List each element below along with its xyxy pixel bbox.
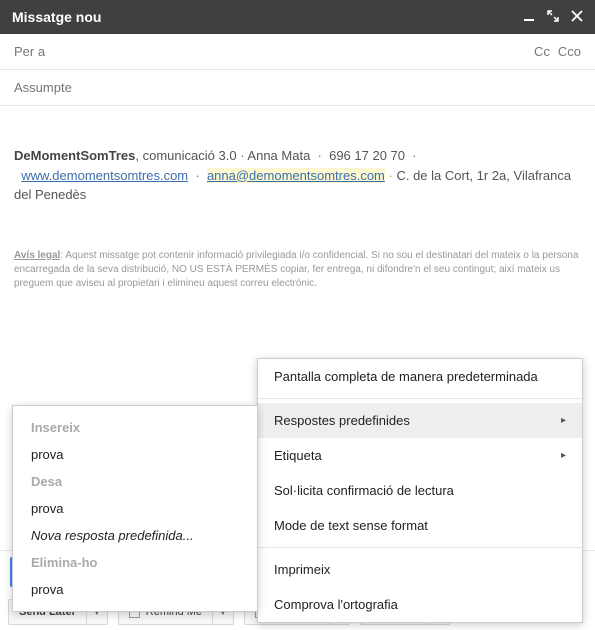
cc-toggle[interactable]: Cc (534, 44, 550, 59)
legal-text: : Aquest missatge pot contenir informaci… (14, 250, 578, 289)
legal-title: Avís legal (14, 250, 60, 261)
minimize-icon[interactable] (523, 10, 535, 25)
menu-label[interactable]: Etiqueta (258, 438, 582, 473)
bcc-toggle[interactable]: Cco (558, 44, 581, 59)
submenu-save-header: Desa (13, 468, 257, 495)
sig-web-link[interactable]: www.demomentsomtres.com (21, 168, 188, 183)
menu-plain-text[interactable]: Mode de text sense format (258, 508, 582, 543)
menu-spellcheck[interactable]: Comprova l'ortografia (258, 587, 582, 622)
sig-company: DeMomentSomTres (14, 148, 135, 163)
submenu-save-item[interactable]: prova (13, 495, 257, 522)
sig-person: Anna Mata (247, 148, 310, 163)
expand-icon[interactable] (547, 10, 559, 25)
message-body[interactable]: DeMomentSomTres, comunicació 3.0 · Anna … (0, 106, 595, 219)
window-controls (523, 10, 583, 25)
close-icon[interactable] (571, 10, 583, 25)
menu-fullscreen[interactable]: Pantalla completa de manera predetermina… (258, 359, 582, 394)
submenu-insert-header: Insereix (13, 414, 257, 441)
canned-response-submenu: Insereix prova Desa prova Nova resposta … (12, 405, 258, 612)
to-input[interactable] (45, 44, 534, 59)
submenu-new-response[interactable]: Nova resposta predefinida... (13, 522, 257, 549)
submenu-delete-item[interactable]: prova (13, 576, 257, 603)
sig-email-link[interactable]: anna@demomentsomtres.com (207, 168, 385, 183)
sig-phone: 696 17 20 70 (329, 148, 405, 163)
subject-row (0, 70, 595, 106)
compose-title: Missatge nou (12, 9, 101, 25)
subject-input[interactable] (14, 80, 581, 95)
menu-canned-responses[interactable]: Respostes predefinides (258, 403, 582, 438)
recipients-row: Per a Cc Cco (0, 34, 595, 70)
menu-read-receipt[interactable]: Sol·licita confirmació de lectura (258, 473, 582, 508)
menu-print[interactable]: Imprimeix (258, 552, 582, 587)
compose-header: Missatge nou (0, 0, 595, 34)
submenu-delete-header: Elimina-ho (13, 549, 257, 576)
to-label: Per a (14, 44, 45, 59)
legal-notice: Avís legal: Aquest missatge pot contenir… (0, 249, 595, 291)
sig-tagline: comunicació 3.0 (143, 148, 237, 163)
more-options-menu: Pantalla completa de manera predetermina… (257, 358, 583, 623)
submenu-insert-item[interactable]: prova (13, 441, 257, 468)
